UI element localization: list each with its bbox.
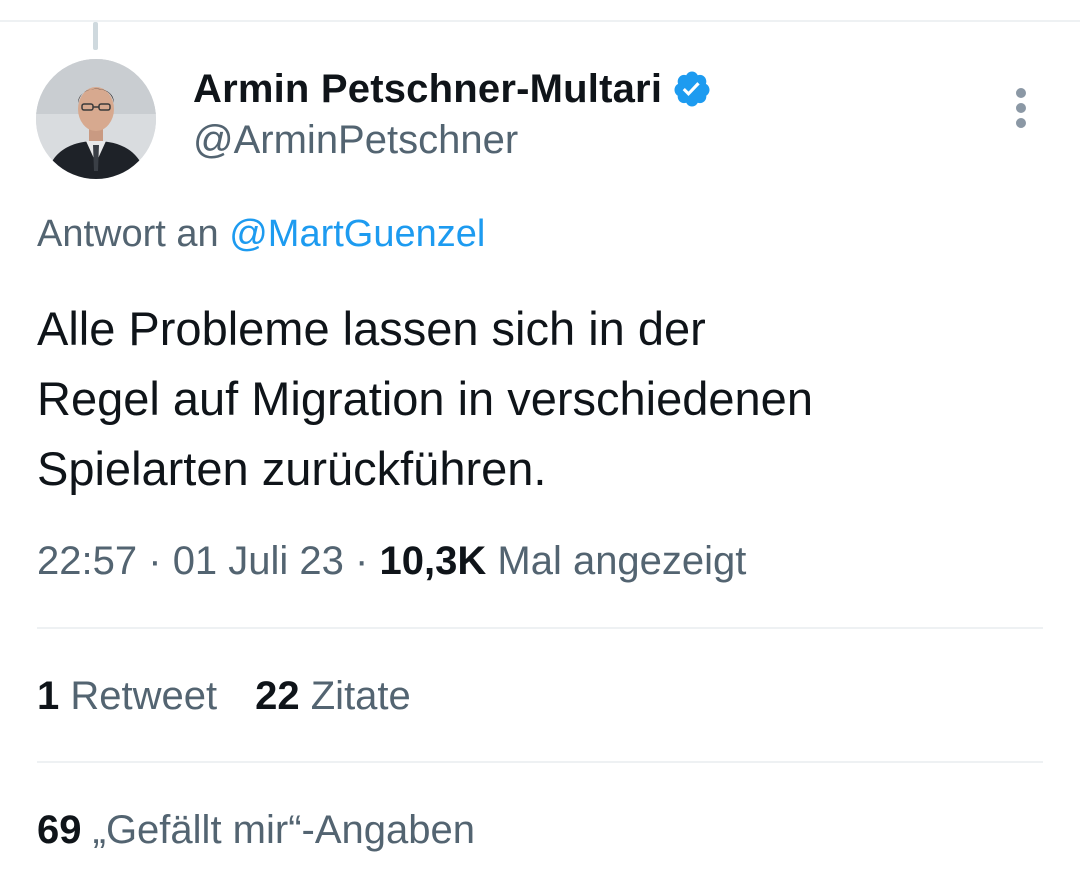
meta-separator: · — [355, 539, 369, 583]
likes-count: 69 — [37, 808, 82, 852]
views-count: 10,3K — [379, 539, 487, 583]
tweet-text-line: Alle Probleme lassen sich in der — [37, 302, 706, 355]
views-label: Mal angezeigt — [497, 539, 747, 583]
avatar-portrait — [36, 59, 156, 179]
tweet-text-line: Spielarten zurückführen. — [37, 442, 547, 495]
likes-label: „Gefällt mir“-Angaben — [92, 808, 475, 852]
author-name-row: Armin Petschner-Multari — [193, 62, 712, 116]
likes-stat[interactable]: 69 „Gefällt mir“-Angaben — [37, 808, 475, 853]
avatar[interactable] — [36, 59, 156, 179]
quotes-stat[interactable]: 22 Zitate — [255, 674, 411, 719]
tweet-time[interactable]: 22:57 — [37, 539, 137, 583]
more-vertical-icon[interactable] — [1007, 84, 1035, 132]
author-display-name[interactable]: Armin Petschner-Multari — [193, 67, 662, 112]
tweet-text-line: Regel auf Migration in verschiedenen — [37, 372, 813, 425]
reply-to-mention[interactable]: @MartGuenzel — [229, 213, 485, 255]
divider — [37, 761, 1043, 763]
tweet-text: Alle Probleme lassen sich in der Regel a… — [37, 294, 1037, 504]
tweet-date[interactable]: 01 Juli 23 — [173, 539, 344, 583]
thread-connector-line — [93, 22, 98, 50]
divider — [37, 627, 1043, 629]
reply-context: Antwort an @MartGuenzel — [37, 213, 485, 256]
author-handle[interactable]: @ArminPetschner — [193, 118, 518, 163]
tweet-metadata: 22:57 · 01 Juli 23 · 10,3K Mal angezeigt — [37, 539, 746, 584]
quotes-label: Zitate — [310, 674, 411, 718]
meta-separator: · — [148, 539, 162, 583]
retweets-stat[interactable]: 1 Retweet — [37, 674, 217, 719]
reply-prefix: Antwort an — [37, 213, 219, 255]
verified-badge-icon[interactable] — [672, 69, 712, 109]
quotes-count: 22 — [255, 674, 300, 718]
retweets-label: Retweet — [70, 674, 218, 718]
retweets-count: 1 — [37, 674, 60, 718]
engagement-stats: 1 Retweet 22 Zitate — [37, 674, 411, 719]
top-divider — [0, 20, 1080, 22]
